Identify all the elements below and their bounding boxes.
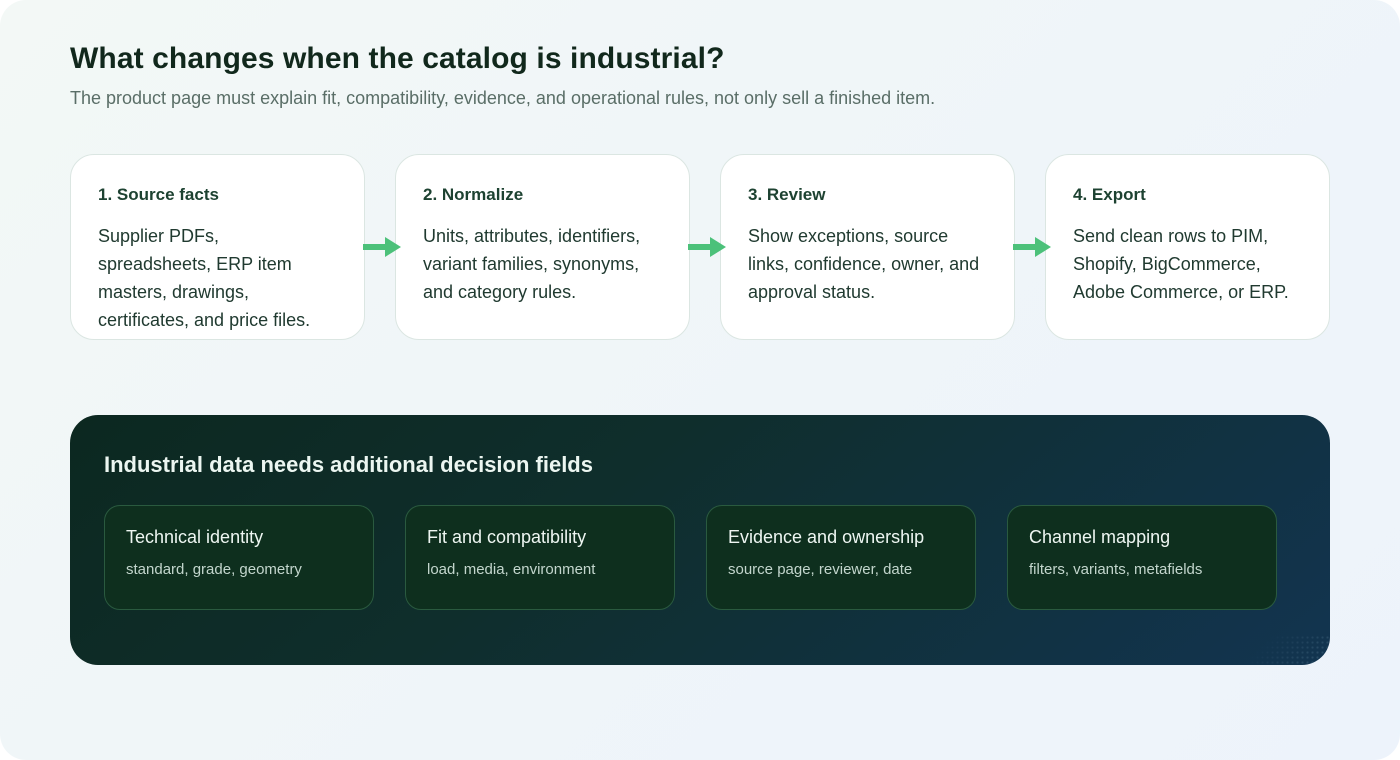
field-title: Technical identity [126, 527, 264, 547]
field-card-fit-compatibility: Fit and compatibility load, media, envir… [405, 505, 675, 610]
step-card-source-facts: 1. Source facts Supplier PDFs, spreadshe… [70, 154, 365, 340]
step-card-export: 4. Export Send clean rows to PIM, Shopif… [1045, 154, 1330, 340]
field-card-evidence-ownership: Evidence and ownership source page, revi… [706, 505, 976, 610]
step-title: 2. Normalize [423, 185, 524, 204]
step-title: 1. Source facts [98, 185, 219, 204]
field-card-channel-mapping: Channel mapping filters, variants, metaf… [1007, 505, 1277, 610]
field-description: source page, reviewer, date [728, 561, 913, 578]
diagram-canvas: What changes when the catalog is industr… [0, 0, 1400, 760]
step-card-normalize: 2. Normalize Units, attributes, identifi… [395, 154, 690, 340]
field-card-technical-identity: Technical identity standard, grade, geom… [104, 505, 374, 610]
step-description: Units, attributes, identifiers, variant … [423, 226, 641, 302]
field-title: Fit and compatibility [427, 527, 587, 547]
decision-fields-panel: Industrial data needs additional decisio… [70, 415, 1330, 665]
field-description: filters, variants, metafields [1029, 561, 1203, 578]
arrow-right-icon [1013, 237, 1051, 257]
step-title: 4. Export [1073, 185, 1146, 204]
field-title: Evidence and ownership [728, 527, 925, 547]
arrow-right-icon [363, 237, 401, 257]
step-description: Supplier PDFs, spreadsheets, ERP item ma… [98, 226, 311, 330]
field-title: Channel mapping [1029, 527, 1171, 547]
step-description: Send clean rows to PIM, Shopify, BigComm… [1073, 226, 1289, 302]
page-title: What changes when the catalog is industr… [70, 42, 725, 75]
field-description: load, media, environment [427, 561, 596, 578]
step-card-review: 3. Review Show exceptions, source links,… [720, 154, 1015, 340]
panel-title: Industrial data needs additional decisio… [104, 452, 593, 477]
arrow-right-icon [688, 237, 726, 257]
process-flow: 1. Source facts Supplier PDFs, spreadshe… [70, 154, 1330, 340]
step-description: Show exceptions, source links, confidenc… [748, 226, 980, 302]
step-title: 3. Review [748, 185, 826, 204]
decorative-dot-pattern [1210, 635, 1330, 665]
page-subtitle: The product page must explain fit, compa… [70, 88, 936, 108]
field-description: standard, grade, geometry [126, 561, 302, 578]
